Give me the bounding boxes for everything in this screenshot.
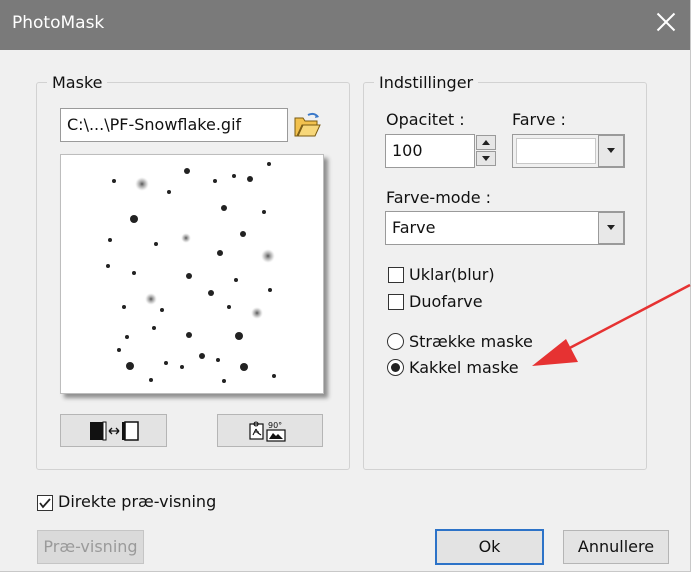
close-icon[interactable] — [654, 10, 678, 34]
snowflake-dot — [112, 179, 116, 183]
snowflake-dot — [232, 174, 236, 178]
color-mode-dropdown-button[interactable] — [598, 212, 624, 244]
snowflake-dot — [135, 177, 149, 191]
snowflake-dot — [152, 326, 156, 330]
duotone-checkbox[interactable] — [388, 294, 404, 310]
color-label: Farve : — [512, 110, 566, 129]
snowflake-dot — [186, 332, 192, 338]
snowflake-dot — [181, 233, 191, 243]
snowflake-dot — [267, 162, 271, 166]
live-preview-checkbox[interactable] — [37, 495, 53, 511]
opacity-input[interactable]: 100 — [385, 134, 475, 168]
opacity-label: Opacitet : — [386, 110, 465, 129]
snowflake-dot — [117, 348, 121, 352]
snowflake-dot — [213, 179, 217, 183]
snowflake-dot — [154, 242, 158, 246]
snowflake-dot — [149, 378, 153, 382]
snowflake-dot — [216, 358, 220, 362]
snowflake-dot — [164, 361, 168, 365]
snowflake-dot — [268, 288, 272, 292]
snowflake-dot — [160, 308, 164, 312]
blur-label: Uklar(blur) — [409, 265, 495, 284]
folder-open-icon[interactable] — [292, 111, 322, 139]
arrow-up-icon — [482, 140, 490, 145]
arrow-down-icon — [482, 156, 490, 161]
maske-legend: Maske — [52, 73, 103, 92]
snowflake-dot — [126, 362, 134, 370]
snowflake-dot — [272, 374, 276, 378]
color-mode-select[interactable]: Farve — [385, 211, 625, 245]
stretch-mask-label: Strække maske — [409, 332, 533, 351]
tile-mask-label: Kakkel maske — [409, 358, 519, 377]
duotone-label: Duofarve — [409, 292, 483, 311]
chevron-down-icon — [607, 225, 615, 230]
title-bar: PhotoMask — [0, 0, 690, 50]
snowflake-dot — [130, 215, 138, 223]
color-mode-label: Farve-mode : — [386, 188, 492, 207]
invert-mask-button[interactable] — [60, 414, 167, 447]
tile-mask-radio[interactable] — [387, 359, 404, 376]
blur-checkbox[interactable] — [388, 267, 404, 283]
preview-button[interactable]: Præ-visning — [37, 530, 144, 564]
snowflake-dot — [221, 205, 227, 211]
snowflake-dot — [186, 273, 192, 279]
chevron-down-icon — [607, 148, 615, 153]
snowflake-dot — [227, 305, 231, 309]
snowflake-dot — [208, 290, 214, 296]
spin-up-button[interactable] — [476, 135, 496, 150]
snowflake-dot — [108, 238, 112, 242]
mask-preview — [60, 154, 324, 394]
snowflake-dot — [217, 250, 223, 256]
color-dropdown-button[interactable] — [598, 135, 624, 167]
snowflake-dot — [125, 335, 129, 339]
svg-text:90°: 90° — [268, 421, 282, 430]
stretch-mask-radio[interactable] — [387, 333, 404, 350]
live-preview-label: Direkte præ-visning — [58, 492, 217, 511]
snowflake-dot — [184, 168, 190, 174]
snowflake-dot — [240, 363, 248, 371]
snowflake-dot — [106, 264, 110, 268]
snowflake-dot — [222, 379, 226, 383]
rotate-mask-button[interactable]: 90° — [217, 414, 323, 447]
snowflake-dot — [199, 353, 205, 359]
snowflake-dot — [132, 271, 136, 275]
invert-icon — [89, 421, 139, 441]
snowflake-dot — [235, 332, 243, 340]
snowflake-dot — [261, 249, 275, 263]
snowflake-dot — [251, 307, 263, 319]
snowflake-dot — [234, 278, 238, 282]
mask-file-field[interactable]: C:\...\PF-Snowflake.gif — [60, 108, 288, 142]
snowflake-dot — [240, 231, 246, 237]
cancel-button[interactable]: Annullere — [563, 530, 669, 564]
snowflake-dot — [145, 293, 157, 305]
snowflake-dot — [167, 190, 171, 194]
snowflake-dot — [247, 176, 253, 182]
opacity-spinner[interactable] — [476, 135, 496, 167]
window-title: PhotoMask — [12, 13, 105, 33]
rotate-90-icon: 90° — [249, 421, 286, 442]
photomask-dialog: PhotoMask Maske C:\...\PF-Snowflake.gif … — [0, 0, 691, 572]
snowflake-dot — [180, 365, 184, 369]
indstillinger-group: Indstillinger — [363, 73, 647, 470]
indstillinger-legend: Indstillinger — [379, 73, 474, 92]
ok-button[interactable]: Ok — [435, 529, 544, 565]
snowflake-dot — [122, 305, 126, 309]
snowflake-dot — [262, 210, 266, 214]
check-icon — [39, 498, 51, 509]
spin-down-button[interactable] — [476, 151, 496, 166]
